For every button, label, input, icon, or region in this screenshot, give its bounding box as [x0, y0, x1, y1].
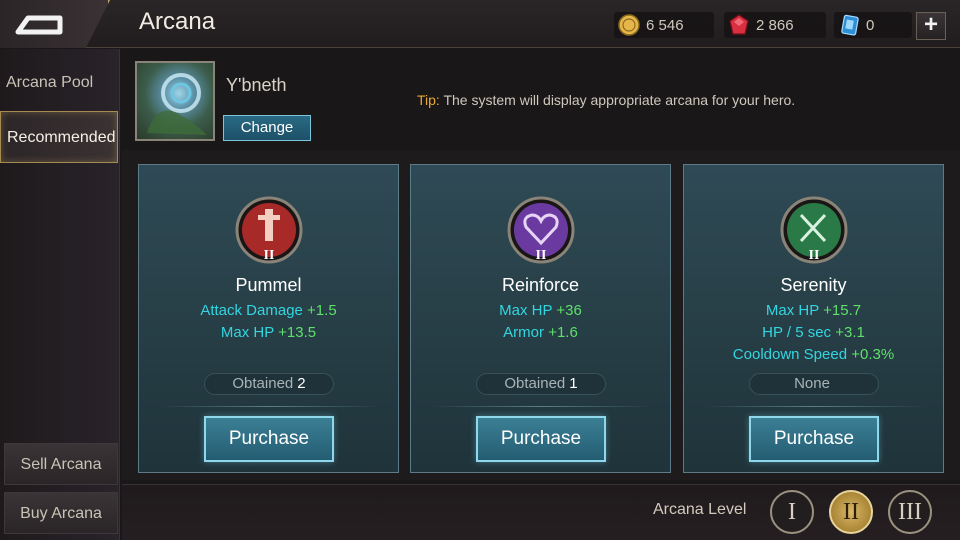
tip-text: Tip: The system will display appropriate… — [417, 92, 795, 108]
obtained-label: Obtained — [504, 375, 566, 392]
stat-value: +1.6 — [548, 324, 578, 341]
stat-value: +3.1 — [835, 324, 865, 341]
card-name: Reinforce — [501, 275, 580, 295]
stat-value: +0.3% — [851, 346, 895, 363]
tip-message: The system will display appropriate arca… — [439, 92, 796, 108]
back-arrow-icon — [15, 15, 63, 35]
sidebar-item-recommended[interactable]: Recommended — [0, 111, 118, 163]
level-button-3[interactable]: III — [888, 490, 932, 534]
sell-arcana-button[interactable]: Sell Arcana — [4, 443, 118, 485]
obtained-label: Obtained — [232, 375, 294, 392]
card-stat: Max HP +13.5 — [139, 324, 398, 341]
card-name: Serenity — [780, 275, 847, 295]
stat-label: Cooldown Speed — [732, 346, 848, 363]
purchase-button[interactable]: Purchase — [749, 416, 879, 462]
stat-label: Max HP — [499, 302, 553, 319]
obtained-badge: None — [749, 373, 879, 395]
card-stat: Max HP +15.7 — [684, 302, 943, 319]
pummel-emblem-icon: II — [235, 196, 303, 264]
pummel-rank: II — [264, 248, 275, 263]
change-hero-button[interactable]: Change — [223, 115, 311, 141]
hero-swirl-icon — [147, 73, 207, 135]
arcana-card-icon — [841, 14, 859, 36]
card-stat: HP / 5 sec +3.1 — [684, 324, 943, 341]
obtained-badge: Obtained 1 — [476, 373, 606, 395]
add-currency-button[interactable]: + — [916, 12, 946, 40]
page-title: Arcana — [139, 8, 216, 35]
stat-label: Attack Damage — [200, 302, 303, 319]
card-name: Pummel — [235, 275, 302, 295]
stat-value: +1.5 — [307, 302, 337, 319]
stat-label: Max HP — [765, 302, 819, 319]
divider — [431, 406, 651, 407]
obtained-label: None — [794, 375, 830, 392]
hero-portrait — [135, 61, 215, 141]
card-stat: Armor +1.6 — [411, 324, 670, 341]
gold-value: 6 546 — [646, 16, 684, 34]
obtained-count: 1 — [569, 375, 578, 392]
divider — [159, 406, 379, 407]
sidebar-item-arcana-pool[interactable]: Arcana Pool — [0, 57, 118, 109]
serenity-emblem-icon: II — [780, 196, 848, 264]
purchase-button[interactable]: Purchase — [204, 416, 334, 462]
arcana-card-serenity: II Serenity Max HP +15.7 HP / 5 sec +3.1… — [683, 164, 944, 473]
stat-value: +13.5 — [278, 324, 317, 341]
stat-value: +36 — [556, 302, 582, 319]
ruby-gem-icon — [729, 14, 749, 35]
hero-name: Y'bneth — [226, 75, 287, 95]
stat-label: Armor — [503, 324, 545, 341]
buy-arcana-button[interactable]: Buy Arcana — [4, 492, 118, 534]
serenity-rank: II — [809, 248, 820, 263]
gold-coin-icon — [618, 14, 640, 36]
arcana-card-pummel: II Pummel Attack Damage +1.5 Max HP +13.… — [138, 164, 399, 473]
arcana-card-value: 0 — [866, 16, 875, 34]
top-bar: Arcana 6 546 2 866 0 + — [0, 0, 960, 48]
obtained-count: 2 — [297, 375, 306, 392]
arcana-card-reinforce: II Reinforce Max HP +36 Armor +1.6 Obtai… — [410, 164, 671, 473]
reinforce-emblem-icon: II — [507, 196, 575, 264]
level-button-2[interactable]: II — [829, 490, 873, 534]
arcana-card-counter: 0 — [834, 12, 912, 38]
tip-label: Tip: — [417, 92, 440, 108]
gold-counter: 6 546 — [614, 12, 714, 38]
sidebar: Arcana Pool Recommended Sell Arcana Buy … — [0, 49, 120, 540]
purchase-button[interactable]: Purchase — [476, 416, 606, 462]
stat-value: +15.7 — [823, 302, 862, 319]
reinforce-rank: II — [536, 248, 547, 263]
card-stat: Max HP +36 — [411, 302, 670, 319]
stat-label: Max HP — [220, 324, 274, 341]
level-button-1[interactable]: I — [770, 490, 814, 534]
back-button[interactable] — [0, 0, 110, 48]
card-stat: Cooldown Speed +0.3% — [684, 346, 943, 363]
ruby-value: 2 866 — [756, 16, 794, 34]
arcana-level-label: Arcana Level — [653, 501, 747, 518]
stat-label: HP / 5 sec — [762, 324, 832, 341]
divider — [704, 406, 924, 407]
card-stat: Attack Damage +1.5 — [139, 302, 398, 319]
ruby-counter: 2 866 — [724, 12, 826, 38]
obtained-badge: Obtained 2 — [204, 373, 334, 395]
